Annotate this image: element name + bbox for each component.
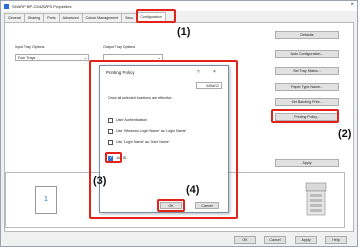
apply-config-button[interactable]: Apply: [275, 159, 339, 167]
ok-button[interactable]: OK: [234, 236, 256, 244]
cancel-button[interactable]: Cancel: [264, 236, 286, 244]
highlight-configuration-tab: [136, 9, 176, 23]
callout-4: (4): [186, 184, 200, 196]
chevron-down-icon: ⌄: [83, 55, 87, 60]
tab-sharing[interactable]: Sharing: [23, 13, 45, 22]
highlight-printing-policy: [271, 109, 339, 123]
input-tray-value: Four Trays: [18, 56, 36, 60]
paper-type-name-button[interactable]: Paper Type Name...: [275, 83, 339, 91]
tab-general[interactable]: General: [4, 13, 25, 22]
highlight-job-id: [105, 152, 122, 163]
printer-app-icon: [4, 3, 9, 9]
tab-colour-management[interactable]: Colour Management: [81, 13, 123, 22]
apply-button[interactable]: Apply: [295, 236, 317, 244]
auto-configuration-button[interactable]: Auto Configuration...: [275, 50, 339, 58]
tab-advanced[interactable]: Advanced: [58, 13, 83, 22]
title-bar: SHARP BP-C542WPS Properties ×: [1, 1, 357, 11]
callout-3: (3): [93, 175, 107, 187]
tab-security[interactable]: Secu: [121, 13, 138, 22]
callout-2: (2): [338, 128, 352, 140]
callout-1: (1): [177, 26, 191, 38]
input-tray-label: Input Tray Options: [15, 45, 45, 49]
input-tray-select[interactable]: Four Trays ⌄: [15, 54, 89, 61]
printer-icon: [305, 182, 327, 216]
set-tray-status-button[interactable]: Set Tray Status...: [275, 67, 339, 75]
highlight-dialog: [89, 60, 238, 219]
tab-ports[interactable]: Ports: [43, 13, 60, 22]
page-preview: 1: [35, 186, 57, 214]
set-banding-print-button[interactable]: Set Banding Print...: [275, 98, 339, 106]
close-icon[interactable]: ×: [350, 2, 354, 8]
defaults-button[interactable]: Defaults: [275, 31, 339, 39]
help-button[interactable]: Help: [325, 236, 347, 244]
highlight-dialog-ok: [157, 199, 185, 212]
window-title: SHARP BP-C542WPS Properties: [12, 3, 72, 9]
output-tray-label: Output Tray Options: [103, 45, 136, 49]
